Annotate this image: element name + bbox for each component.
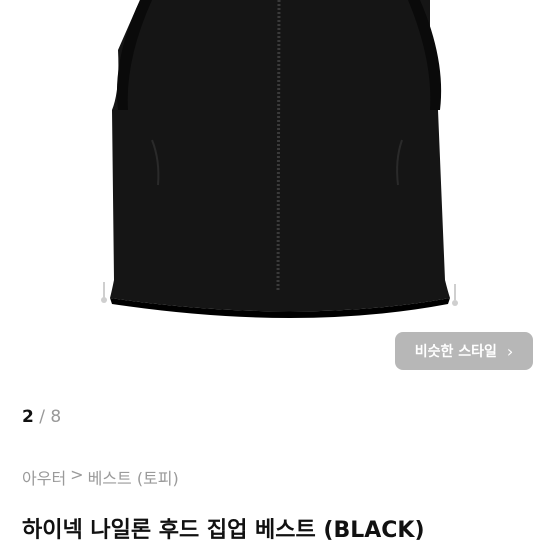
similar-style-button[interactable]: 비슷한 스타일 › — [395, 332, 533, 370]
chevron-right-icon: › — [506, 341, 514, 361]
breadcrumb-separator: > — [70, 465, 84, 484]
pager-total: 8 — [50, 407, 62, 427]
breadcrumb-item-outer[interactable]: 아우터 — [22, 465, 66, 489]
product-title: 하이넥 나일론 후드 집업 베스트 (BLACK) — [22, 518, 425, 543]
pager-separator: / — [39, 407, 45, 427]
similar-style-label: 비슷한 스타일 — [414, 344, 497, 360]
product-image-gallery[interactable]: 비슷한 스타일 › — [0, 0, 554, 390]
image-pager: 2 / 8 — [22, 407, 61, 427]
pager-current: 2 — [22, 407, 34, 427]
breadcrumb: 아우터 > 베스트 (토피) — [22, 465, 179, 489]
breadcrumb-item-vest[interactable]: 베스트 (토피) — [88, 465, 179, 489]
